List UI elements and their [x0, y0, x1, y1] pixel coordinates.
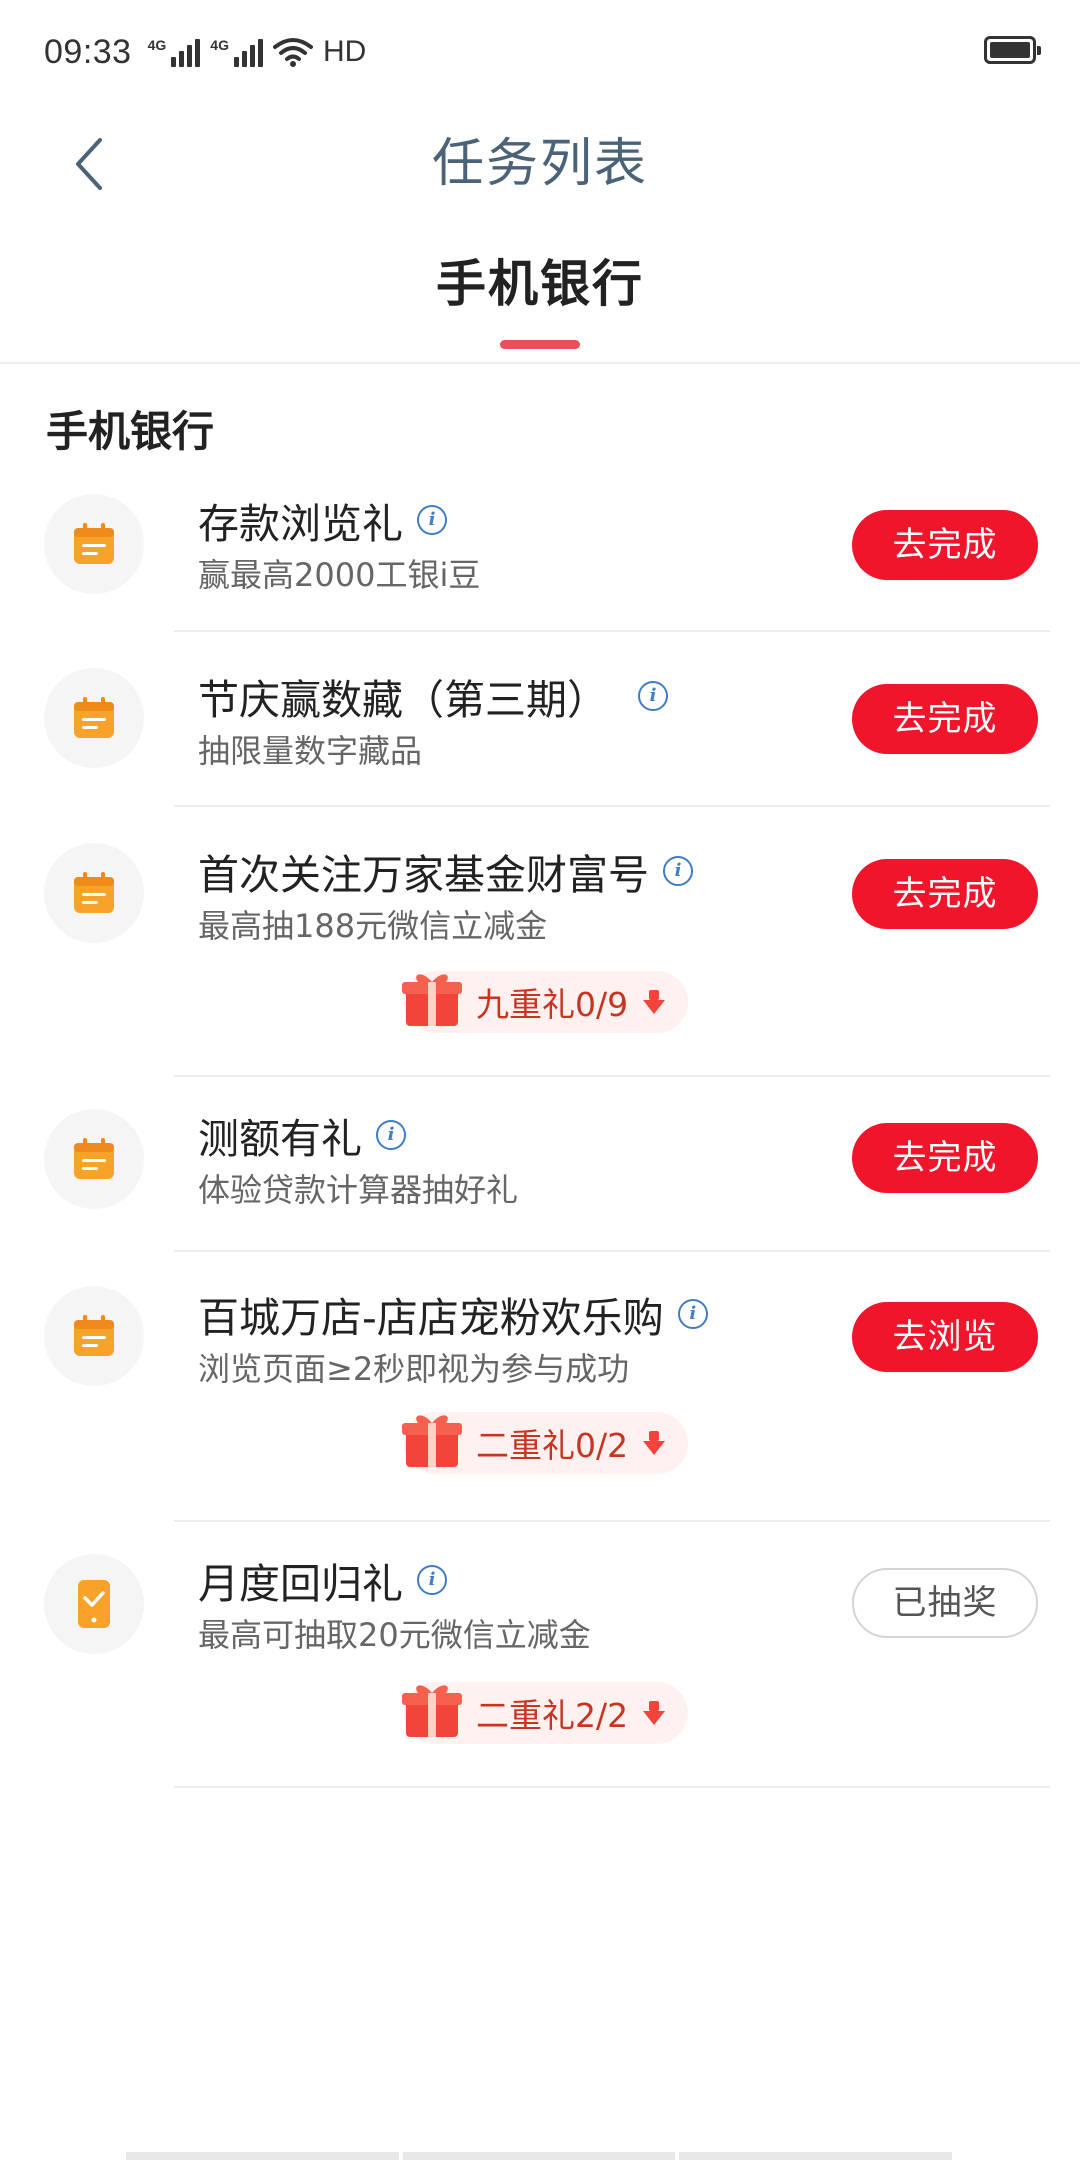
calendar-icon	[44, 1286, 144, 1386]
gift-icon	[402, 1685, 462, 1737]
page-title: 任务列表	[431, 134, 648, 194]
task-desc: 浏览页面≥2秒即视为参与成功	[198, 1350, 630, 1388]
task-item: 存款浏览礼 i 赢最高2000工银i豆 去完成	[0, 470, 1080, 632]
arrow-down-icon	[643, 1431, 666, 1455]
complete-button[interactable]: 去完成	[852, 684, 1038, 754]
complete-button[interactable]: 去完成	[852, 859, 1038, 929]
task-desc: 抽限量数字藏品	[198, 732, 423, 770]
calendar-icon	[44, 494, 144, 594]
task-name: 首次关注万家基金财富号	[198, 851, 649, 899]
divider	[174, 1786, 1050, 1788]
signal-icon: 4G	[210, 37, 263, 67]
task-list: 存款浏览礼 i 赢最高2000工银i豆 去完成 节庆赢数藏（第三期） i 抽限量…	[0, 470, 1080, 1788]
calendar-icon	[44, 668, 144, 768]
gift-tier-text: 九重礼0/9	[476, 985, 629, 1024]
gift-tier-pill[interactable]: 二重礼0/2	[402, 1412, 689, 1474]
info-icon[interactable]: i	[417, 1565, 447, 1595]
wifi-icon	[272, 38, 313, 67]
task-name: 测额有礼	[198, 1115, 362, 1163]
hd-indicator: HD	[322, 35, 367, 68]
status-time: 09:33	[44, 32, 132, 71]
complete-button[interactable]: 去完成	[852, 510, 1038, 580]
gift-tier-pill[interactable]: 二重礼2/2	[402, 1682, 689, 1744]
drawn-status-button[interactable]: 已抽奖	[852, 1568, 1038, 1638]
phone-check-icon	[44, 1554, 144, 1654]
task-item: 测额有礼 i 体验贷款计算器抽好礼 去完成	[0, 1077, 1080, 1252]
task-item: 首次关注万家基金财富号 i 最高抽188元微信立减金 去完成 九重礼0/9	[0, 807, 1080, 1077]
info-icon[interactable]: i	[638, 681, 668, 711]
gift-icon	[402, 1415, 462, 1467]
browse-button[interactable]: 去浏览	[852, 1302, 1038, 1372]
task-desc: 最高抽188元微信立减金	[198, 907, 548, 945]
header: 任务列表	[0, 104, 1080, 224]
gift-icon	[402, 974, 462, 1026]
task-name: 百城万店-店店宠粉欢乐购	[198, 1294, 664, 1342]
gift-tier-text: 二重礼2/2	[476, 1696, 629, 1735]
bottom-scroll-hint	[126, 2152, 953, 2160]
tab-bar: 手机银行	[0, 224, 1080, 364]
tab-active-indicator	[500, 340, 580, 349]
task-name: 节庆赢数藏（第三期）	[198, 676, 608, 724]
arrow-down-icon	[643, 1701, 666, 1725]
arrow-down-icon	[643, 990, 666, 1014]
info-icon[interactable]: i	[663, 856, 693, 886]
task-item: 百城万店-店店宠粉欢乐购 i 浏览页面≥2秒即视为参与成功 去浏览 二重礼0/2	[0, 1252, 1080, 1522]
task-name: 月度回归礼	[198, 1560, 403, 1608]
battery-icon	[984, 36, 1041, 64]
task-desc: 最高可抽取20元微信立减金	[198, 1616, 591, 1654]
task-name: 存款浏览礼	[198, 500, 403, 548]
task-desc: 赢最高2000工银i豆	[198, 556, 481, 594]
complete-button[interactable]: 去完成	[852, 1123, 1038, 1193]
tab-mobile-banking[interactable]: 手机银行	[0, 244, 1080, 316]
status-bar: 09:33 4G 4G HD	[0, 0, 1080, 104]
calendar-icon	[44, 1109, 144, 1209]
gift-tier-text: 二重礼0/2	[476, 1426, 629, 1465]
section-title: 手机银行	[46, 407, 215, 456]
signal-icon: 4G	[148, 37, 201, 67]
info-icon[interactable]: i	[376, 1120, 406, 1150]
task-item: 月度回归礼 i 最高可抽取20元微信立减金 已抽奖 二重礼2/2	[0, 1522, 1080, 1788]
info-icon[interactable]: i	[417, 505, 447, 535]
info-icon[interactable]: i	[677, 1299, 708, 1329]
gift-tier-pill[interactable]: 九重礼0/9	[402, 971, 689, 1033]
task-item: 节庆赢数藏（第三期） i 抽限量数字藏品 去完成	[0, 632, 1080, 807]
status-icons: 4G 4G HD	[148, 35, 367, 69]
calendar-icon	[44, 843, 144, 943]
task-desc: 体验贷款计算器抽好礼	[198, 1171, 519, 1209]
